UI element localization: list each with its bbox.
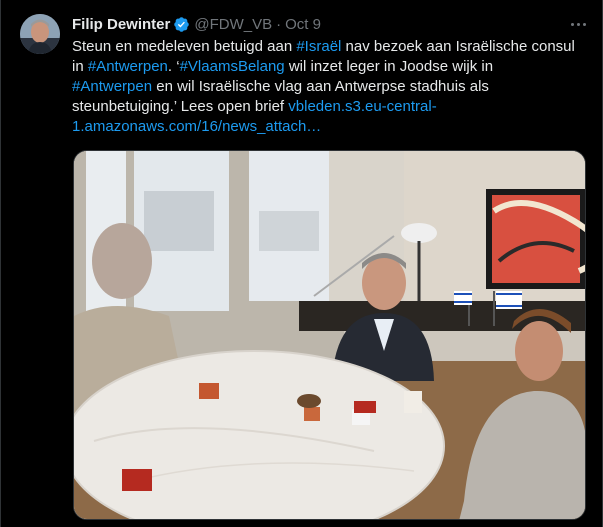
tweet-text-line: in #Antwerpen. ‘#VlaamsBelang wil inzet … xyxy=(72,57,592,77)
tweet-text-line: 1.amazonaws.com/16/news_attach… xyxy=(72,117,592,137)
tweet-timestamp[interactable]: Oct 9 xyxy=(285,16,321,33)
hashtag-link[interactable]: #Israël xyxy=(296,38,341,55)
url-link[interactable]: vbleden.s3.eu-central- xyxy=(288,98,436,115)
more-options-icon[interactable] xyxy=(567,14,589,34)
tweet-text-segment: steunbetuiging.’ Lees open brief xyxy=(72,98,289,115)
tweet-text: Steun en medeleven betuigd aan #Israël n… xyxy=(72,37,592,137)
tweet-text-segment: . ‘ xyxy=(167,58,180,75)
verified-badge-icon xyxy=(173,16,190,33)
tweet-text-line: Steun en medeleven betuigd aan #Israël n… xyxy=(72,37,592,57)
hashtag-link[interactable]: #Antwerpen xyxy=(72,78,152,95)
tweet-header: Filip Dewinter @FDW_VB · Oct 9 xyxy=(72,14,321,34)
tweet-text-segment: en wil Israëlische vlag aan Antwerpse st… xyxy=(152,78,489,95)
author-handle[interactable]: @FDW_VB xyxy=(194,16,272,33)
tweet-text-segment: in xyxy=(72,58,88,75)
url-link[interactable]: 1.amazonaws.com/16/news_attach… xyxy=(72,118,321,135)
tweet-text-segment: Steun en medeleven betuigd aan xyxy=(72,38,297,55)
tweet-text-line: #Antwerpen en wil Israëlische vlag aan A… xyxy=(72,77,592,97)
tweet-article[interactable]: Filip Dewinter @FDW_VB · Oct 9 Steun en … xyxy=(0,0,603,527)
tweet-text-segment: wil inzet leger in Joodse wijk in xyxy=(284,58,494,75)
author-name[interactable]: Filip Dewinter xyxy=(72,16,170,33)
hashtag-link[interactable]: #VlaamsBelang xyxy=(180,58,285,75)
hashtag-link[interactable]: #Antwerpen xyxy=(88,58,168,75)
tweet-text-segment: nav bezoek aan Israëlische consul xyxy=(341,38,575,55)
header-separator: · xyxy=(276,15,282,33)
tweet-photo[interactable] xyxy=(73,150,586,520)
tweet-text-line: steunbetuiging.’ Lees open brief vbleden… xyxy=(72,97,592,117)
author-avatar[interactable] xyxy=(20,14,60,54)
